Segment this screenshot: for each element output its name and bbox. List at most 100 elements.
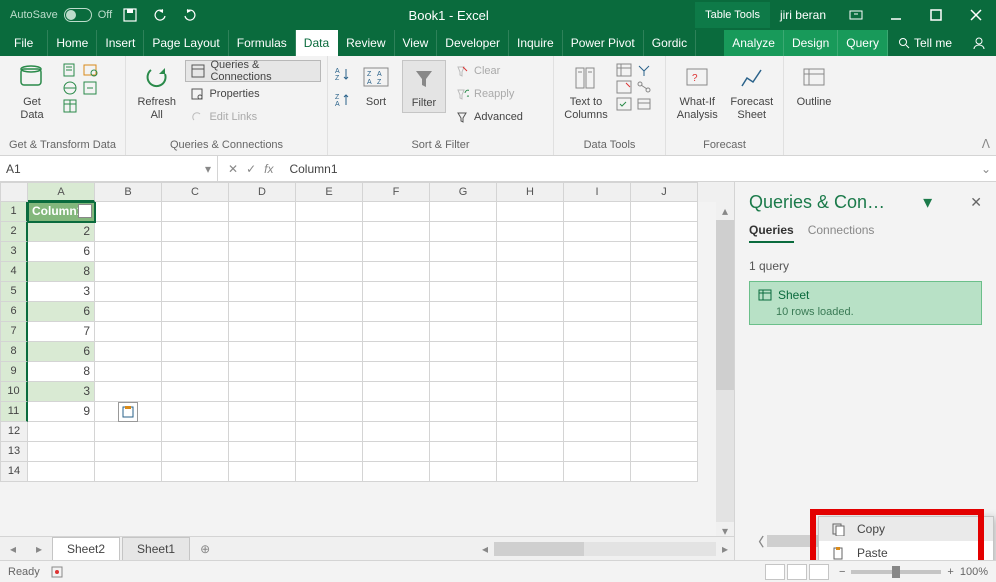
paste-options-icon[interactable] [118,402,138,422]
advanced-button[interactable]: Advanced [450,106,527,128]
cell-G14[interactable] [430,462,497,482]
tab-inquire[interactable]: Inquire [509,30,563,56]
cell-I13[interactable] [564,442,631,462]
close-icon[interactable] [956,0,996,30]
view-page-icon[interactable] [787,564,807,580]
cell-A14[interactable] [28,462,95,482]
cell-D5[interactable] [229,282,296,302]
cell-C1[interactable] [162,202,229,222]
tab-analyze[interactable]: Analyze [724,30,784,56]
properties-button[interactable]: Properties [185,83,321,105]
recent-sources-icon[interactable] [82,62,98,78]
view-break-icon[interactable] [809,564,829,580]
panel-menu-icon[interactable]: ▾ [923,192,932,213]
forecast-sheet-button[interactable]: Forecast Sheet [727,60,778,123]
cell-J5[interactable] [631,282,698,302]
col-header-F[interactable]: F [363,182,430,202]
cell-A13[interactable] [28,442,95,462]
cell-B7[interactable] [95,322,162,342]
cell-G6[interactable] [430,302,497,322]
cell-D4[interactable] [229,262,296,282]
consolidate-icon[interactable] [636,62,652,78]
row-header-5[interactable]: 5 [0,282,28,302]
cell-I6[interactable] [564,302,631,322]
cell-F4[interactable] [363,262,430,282]
cell-G2[interactable] [430,222,497,242]
add-sheet-icon[interactable]: ⊕ [192,542,218,556]
cell-E13[interactable] [296,442,363,462]
cell-J10[interactable] [631,382,698,402]
col-header-G[interactable]: G [430,182,497,202]
hscroll-right[interactable]: ▸ [716,542,734,556]
cell-D13[interactable] [229,442,296,462]
cell-J1[interactable] [631,202,698,222]
cell-C11[interactable] [162,402,229,422]
cell-H2[interactable] [497,222,564,242]
data-model-icon[interactable] [636,96,652,112]
cell-D12[interactable] [229,422,296,442]
tab-formulas[interactable]: Formulas [229,30,296,56]
tab-design[interactable]: Design [784,30,838,56]
tab-developer[interactable]: Developer [437,30,509,56]
autosave-toggle[interactable] [64,8,92,22]
cell-F3[interactable] [363,242,430,262]
row-header-3[interactable]: 3 [0,242,28,262]
cell-B14[interactable] [95,462,162,482]
row-header-9[interactable]: 9 [0,362,28,382]
cell-C5[interactable] [162,282,229,302]
tab-home[interactable]: Home [48,30,97,56]
cell-E3[interactable] [296,242,363,262]
cell-B12[interactable] [95,422,162,442]
cell-F11[interactable] [363,402,430,422]
cell-I12[interactable] [564,422,631,442]
cell-J7[interactable] [631,322,698,342]
cell-G13[interactable] [430,442,497,462]
cell-A6[interactable]: 6 [28,302,95,322]
cell-I1[interactable] [564,202,631,222]
row-header-1[interactable]: 1 [0,202,28,222]
cell-H13[interactable] [497,442,564,462]
tab-gordic[interactable]: Gordic [644,30,696,56]
tab-review[interactable]: Review [338,30,394,56]
cell-H12[interactable] [497,422,564,442]
cell-F6[interactable] [363,302,430,322]
cell-I4[interactable] [564,262,631,282]
clear-button[interactable]: Clear [450,60,527,82]
panel-tab-connections[interactable]: Connections [808,223,875,243]
cell-E2[interactable] [296,222,363,242]
col-header-I[interactable]: I [564,182,631,202]
hscroll-left[interactable]: ◂ [476,542,494,556]
remove-dup-icon[interactable] [616,79,632,95]
col-header-D[interactable]: D [229,182,296,202]
cell-I3[interactable] [564,242,631,262]
save-icon[interactable] [118,3,142,27]
cell-G5[interactable] [430,282,497,302]
flash-fill-icon[interactable] [616,62,632,78]
cell-A11[interactable]: 9 [28,402,95,422]
outline-button[interactable]: Outline [790,60,838,111]
maximize-icon[interactable] [916,0,956,30]
tab-view[interactable]: View [395,30,438,56]
ribbon-options-icon[interactable] [836,0,876,30]
cell-H11[interactable] [497,402,564,422]
spreadsheet-grid[interactable]: A B C D E F G H I J 1Column1▾22364853667… [0,182,735,560]
undo-icon[interactable] [148,3,172,27]
cell-G11[interactable] [430,402,497,422]
row-header-13[interactable]: 13 [0,442,28,462]
sheet-tab-other[interactable]: Sheet1 [122,537,190,560]
cell-I10[interactable] [564,382,631,402]
cell-D14[interactable] [229,462,296,482]
cell-J6[interactable] [631,302,698,322]
macro-record-icon[interactable] [50,565,64,579]
cell-A7[interactable]: 7 [28,322,95,342]
cell-C4[interactable] [162,262,229,282]
cell-E8[interactable] [296,342,363,362]
cell-A10[interactable]: 3 [28,382,95,402]
cell-B3[interactable] [95,242,162,262]
cell-H10[interactable] [497,382,564,402]
cell-B5[interactable] [95,282,162,302]
cell-H8[interactable] [497,342,564,362]
relationships-icon[interactable] [636,79,652,95]
cell-J4[interactable] [631,262,698,282]
cell-C10[interactable] [162,382,229,402]
